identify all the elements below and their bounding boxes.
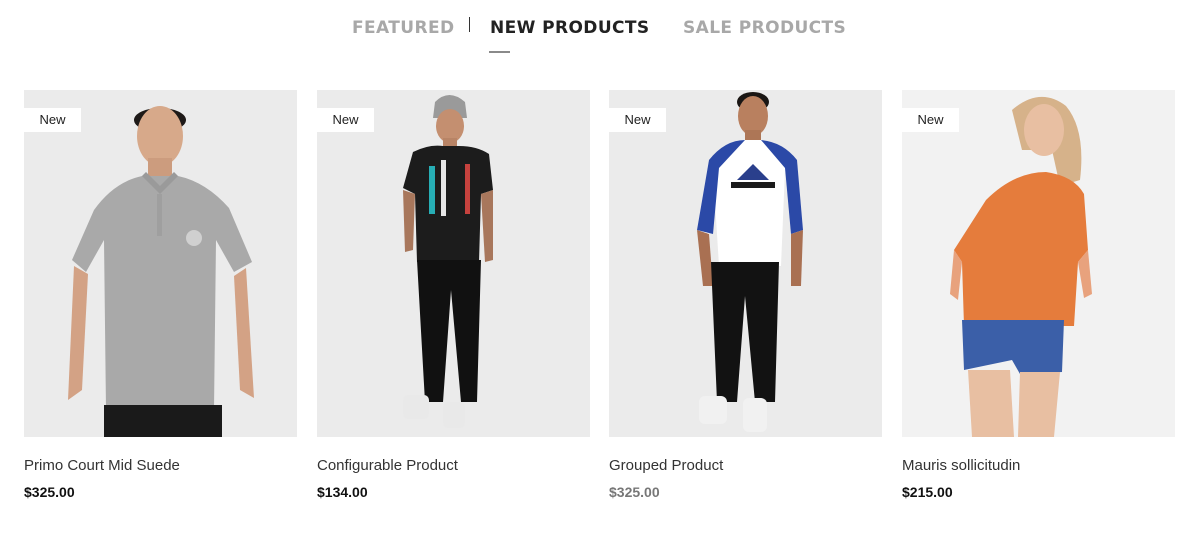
new-badge: New — [902, 108, 959, 132]
product-card: New Configurable Product $134.00 — [317, 90, 590, 510]
product-image[interactable]: New — [24, 90, 297, 437]
new-badge: New — [24, 108, 81, 132]
product-name[interactable]: Grouped Product — [609, 457, 723, 474]
man-grey-polo-image — [68, 106, 254, 437]
product-grid: New Primo Court Mid Suede $325.00 New Co… — [24, 90, 1175, 510]
product-card: New Primo Court Mid Suede $325.00 — [24, 90, 297, 510]
product-image[interactable]: New — [902, 90, 1175, 437]
product-price: $215.00 — [902, 484, 953, 500]
product-tabs: FEATURED NEW PRODUCTS SALE PRODUCTS — [0, 0, 1199, 60]
tab-sale-products[interactable]: SALE PRODUCTS — [683, 17, 846, 39]
woman-orange-top-image — [950, 96, 1092, 437]
product-name[interactable]: Configurable Product — [317, 457, 458, 474]
tab-new-products[interactable]: NEW PRODUCTS — [490, 17, 650, 39]
tab-featured[interactable]: FEATURED — [352, 17, 454, 39]
product-name[interactable]: Mauris sollicitudin — [902, 457, 1020, 474]
tab-divider — [469, 17, 470, 32]
product-price: $325.00 — [609, 484, 660, 500]
product-card: New Grouped Product $325.00 — [609, 90, 882, 510]
product-price: $325.00 — [24, 484, 75, 500]
active-tab-indicator — [489, 51, 510, 53]
product-image[interactable]: New — [317, 90, 590, 437]
product-card: New Mauris sollicitudin $215.00 — [902, 90, 1175, 510]
product-image[interactable]: New — [609, 90, 882, 437]
man-black-tee-image — [403, 95, 493, 428]
product-name[interactable]: Primo Court Mid Suede — [24, 457, 180, 474]
new-badge: New — [317, 108, 374, 132]
product-price: $134.00 — [317, 484, 368, 500]
new-badge: New — [609, 108, 666, 132]
man-adidas-raglan-image — [697, 92, 803, 432]
